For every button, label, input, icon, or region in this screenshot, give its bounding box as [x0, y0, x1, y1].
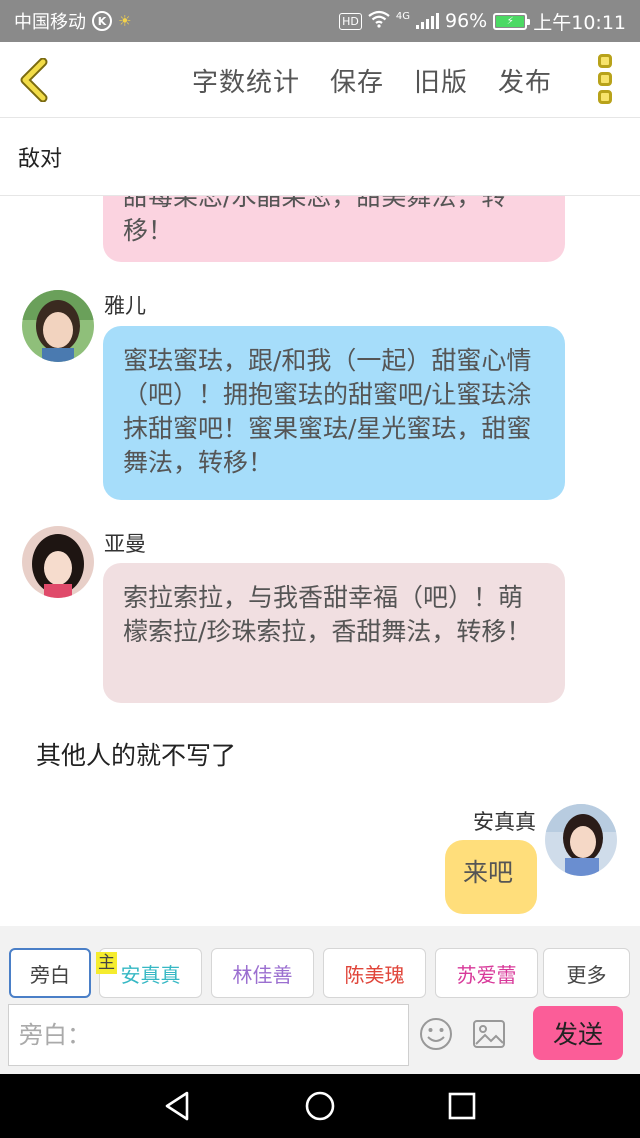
more-roles-button[interactable]: 更多 [543, 948, 630, 998]
system-navbar [0, 1074, 640, 1138]
nav-back-button[interactable] [162, 1090, 194, 1122]
role-selector: 主 旁白 安真真 林佳善 陈美瑰 苏爱蕾 更多 [0, 926, 640, 1004]
message-bubble[interactable]: 甜莓果恋/水晶果恋，甜美舞法，转移！ [103, 196, 565, 262]
bulb-icon: ☀ [118, 12, 132, 30]
clock-time: 上午10:11 [533, 11, 626, 34]
message-bubble[interactable]: 来吧 [445, 840, 537, 914]
image-button[interactable] [471, 1016, 507, 1052]
circle-home-icon [305, 1091, 335, 1121]
message-input[interactable] [8, 1004, 409, 1066]
square-recents-icon [448, 1092, 476, 1120]
carrier-label: 中国移动 [14, 12, 86, 33]
send-button[interactable]: 发送 [533, 1006, 623, 1060]
old-version-button[interactable]: 旧版 [414, 62, 468, 99]
save-button[interactable]: 保存 [330, 62, 384, 99]
k-badge-icon: K [92, 11, 112, 31]
more-menu-button[interactable] [594, 54, 616, 104]
image-icon [473, 1020, 505, 1048]
speaker-name: 安真真 [473, 810, 536, 834]
publish-button[interactable]: 发布 [498, 62, 552, 99]
chevron-left-icon [20, 58, 48, 102]
story-title[interactable]: 敌对 [0, 118, 640, 196]
message-text: 蜜珐蜜珐，跟/和我（一起）甜蜜心情（吧）！拥抱蜜珐的甜蜜吧/让蜜珐涂抹甜蜜吧！蜜… [123, 346, 532, 477]
narration-text[interactable]: 其他人的就不写了 [36, 736, 236, 772]
avatar[interactable] [545, 804, 617, 876]
battery-percent: 96% [445, 10, 488, 32]
speaker-name: 雅儿 [104, 294, 146, 318]
back-button[interactable] [14, 56, 54, 104]
avatar[interactable] [22, 526, 94, 598]
message-text: 甜莓果恋/水晶果恋，甜美舞法，转移！ [123, 196, 507, 245]
editor-toolbar: 字数统计 保存 旧版 发布 [0, 42, 640, 118]
chat-area[interactable]: 甜莓果恋/水晶果恋，甜美舞法，转移！ 雅儿 蜜珐蜜珐，跟/和我（一起）甜蜜心情（… [0, 196, 640, 926]
wifi-icon [368, 10, 390, 33]
triangle-back-icon [165, 1091, 189, 1121]
role-chip-chen-meigui[interactable]: 陈美瑰 [323, 948, 426, 998]
role-chip-narrator[interactable]: 旁白 [9, 948, 91, 998]
signal-icon [416, 13, 439, 29]
speaker-name: 亚曼 [104, 532, 146, 556]
network-type: 4G [395, 10, 410, 22]
word-count-button[interactable]: 字数统计 [192, 62, 300, 99]
message-text: 来吧 [463, 858, 514, 887]
emoji-button[interactable] [418, 1016, 454, 1052]
main-character-tag: 主 [96, 952, 117, 974]
nav-home-button[interactable] [304, 1090, 336, 1122]
message-text: 索拉索拉，与我香甜幸福（吧）！萌檬索拉/珍珠索拉，香甜舞法，转移！ [123, 583, 532, 646]
nav-recents-button[interactable] [446, 1090, 478, 1122]
emoji-icon [420, 1018, 452, 1050]
message-bubble[interactable]: 索拉索拉，与我香甜幸福（吧）！萌檬索拉/珍珠索拉，香甜舞法，转移！ [103, 563, 565, 703]
input-bar: 发送 [0, 1004, 640, 1074]
avatar[interactable] [22, 290, 94, 362]
hd-badge: HD [339, 12, 362, 30]
battery-icon: ⚡ [493, 12, 531, 30]
message-bubble[interactable]: 蜜珐蜜珐，跟/和我（一起）甜蜜心情（吧）！拥抱蜜珐的甜蜜吧/让蜜珐涂抹甜蜜吧！蜜… [103, 326, 565, 500]
more-vertical-icon [598, 54, 612, 68]
status-bar: 中国移动 K ☀ HD 4G 96% ⚡ 上午10:11 [0, 0, 640, 42]
role-chip-lin-jiashan[interactable]: 林佳善 [211, 948, 314, 998]
role-chip-su-ailei[interactable]: 苏爱蕾 [435, 948, 538, 998]
